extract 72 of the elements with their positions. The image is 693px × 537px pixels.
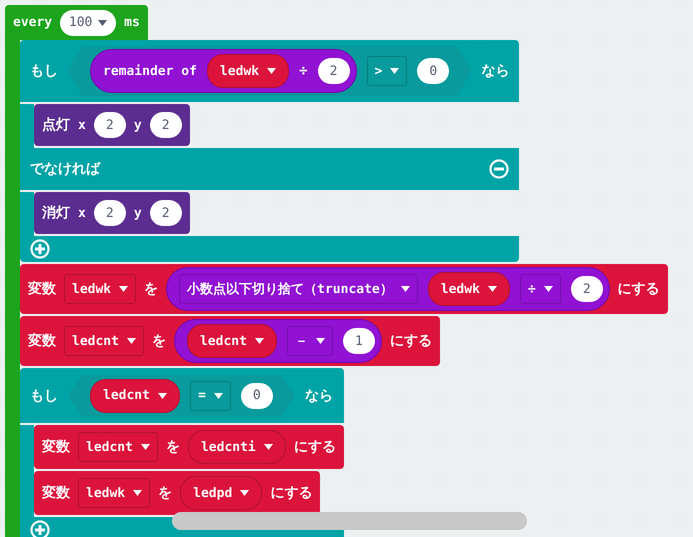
variable-dropdown[interactable]: ledwk xyxy=(78,478,150,508)
horizontal-scrollbar[interactable] xyxy=(172,512,527,530)
caret-icon xyxy=(158,392,167,398)
number-field[interactable]: 2 xyxy=(150,112,182,138)
number-field[interactable]: 2 xyxy=(150,200,182,226)
caret-icon xyxy=(240,490,250,496)
block-label: にする xyxy=(390,332,432,350)
caret-icon xyxy=(119,286,128,292)
block-label: にする xyxy=(618,280,660,298)
caret-icon xyxy=(264,444,273,450)
block-label: を xyxy=(166,438,180,456)
variable-dropdown[interactable]: ledcnti xyxy=(188,430,286,464)
caret-icon xyxy=(254,338,264,344)
number-field[interactable]: 2 xyxy=(94,200,126,226)
block-label: もし xyxy=(30,62,58,80)
block-label: remainder of xyxy=(103,64,197,78)
caret-icon xyxy=(140,444,150,450)
block-label: ÷ xyxy=(299,63,308,79)
caret-icon xyxy=(126,338,136,344)
block-label: 変数 xyxy=(42,484,70,502)
block-label: every xyxy=(13,15,52,30)
number-field[interactable]: 0 xyxy=(417,58,450,84)
interval-dropdown[interactable]: 100 xyxy=(60,10,116,36)
block-label: x xyxy=(78,118,86,132)
number-field[interactable]: 2 xyxy=(318,58,350,84)
number-field[interactable]: 2 xyxy=(570,276,603,302)
add-icon[interactable] xyxy=(30,520,50,537)
number-field[interactable]: 0 xyxy=(240,382,273,408)
operator-dropdown[interactable]: 小数点以下切り捨て（truncate） xyxy=(179,274,418,304)
add-icon[interactable] xyxy=(30,239,50,259)
variable-dropdown[interactable]: ledcnt xyxy=(90,378,180,412)
operator-dropdown[interactable]: ÷ xyxy=(520,274,561,304)
variable-dropdown[interactable]: ledwk xyxy=(64,274,136,304)
block-label: もし xyxy=(30,386,58,404)
block-label: y xyxy=(134,118,142,132)
block-label: にする xyxy=(270,484,312,502)
caret-icon xyxy=(267,68,276,74)
block-label: 変数 xyxy=(28,280,56,298)
caret-icon xyxy=(400,286,410,292)
variable-dropdown[interactable]: ledcnt xyxy=(186,324,277,358)
caret-icon xyxy=(544,286,553,292)
variable-dropdown[interactable]: ledcnt xyxy=(78,432,158,462)
block-label: x xyxy=(78,206,86,220)
caret-icon xyxy=(214,392,223,398)
block-label: を xyxy=(152,332,166,350)
block-label: y xyxy=(134,206,142,220)
caret-icon xyxy=(488,286,497,292)
block-label: 点灯 xyxy=(42,116,70,134)
remove-icon[interactable] xyxy=(489,159,510,179)
block-label: 変数 xyxy=(42,438,70,456)
caret-icon xyxy=(98,20,108,26)
variable-dropdown[interactable]: ledwk xyxy=(428,272,510,306)
variable-dropdown[interactable]: ledwk xyxy=(206,54,290,88)
operator-dropdown[interactable]: > xyxy=(366,56,408,86)
block-label: でなければ xyxy=(30,160,100,178)
block-label: 変数 xyxy=(28,332,56,350)
block-label: ms xyxy=(124,15,140,30)
caret-icon xyxy=(316,338,325,344)
block-label: にする xyxy=(294,438,336,456)
block-label: 消灯 xyxy=(42,204,70,222)
block-label: を xyxy=(144,280,158,298)
operator-dropdown[interactable]: = xyxy=(190,380,231,410)
block-label: を xyxy=(158,484,172,502)
block-label: なら xyxy=(304,386,333,404)
variable-dropdown[interactable]: ledpd xyxy=(180,476,262,510)
operator-dropdown[interactable]: － xyxy=(286,326,333,356)
number-field[interactable]: 1 xyxy=(342,328,375,354)
caret-icon xyxy=(390,68,400,74)
caret-icon xyxy=(133,490,142,496)
block-label: なら xyxy=(481,62,510,80)
variable-dropdown[interactable]: ledcnt xyxy=(64,326,144,356)
number-field[interactable]: 2 xyxy=(94,112,126,138)
